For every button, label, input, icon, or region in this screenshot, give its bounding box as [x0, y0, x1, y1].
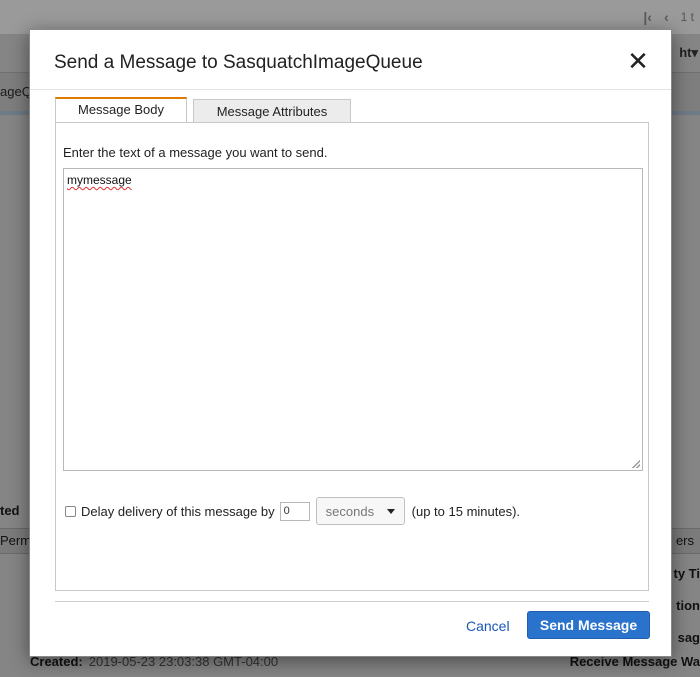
instruction-text: Enter the text of a message you want to …: [63, 145, 328, 160]
delay-unit-select[interactable]: seconds: [315, 497, 405, 525]
delay-checkbox-label: Delay delivery of this message by: [81, 503, 275, 519]
bg-detail-right-1: ty Ti: [673, 566, 700, 581]
message-body-textarea[interactable]: mymessage: [63, 168, 643, 471]
dialog-header: Send a Message to SasquatchImageQueue ✕: [30, 30, 671, 90]
caret-down-icon: [386, 509, 395, 514]
bg-sort-label: ht▾: [679, 45, 698, 60]
delay-checkbox[interactable]: [65, 505, 76, 517]
send-message-button[interactable]: Send Message: [527, 611, 650, 639]
bg-tab-triggers: ers: [675, 533, 694, 548]
tab-message-body[interactable]: Message Body: [55, 97, 187, 124]
bg-tab-permissions: Perm: [0, 533, 32, 548]
message-body-panel: Enter the text of a message you want to …: [55, 122, 649, 591]
bg-pager: |‹ ‹ 1 t: [643, 9, 694, 25]
resize-handle-icon[interactable]: [632, 460, 640, 468]
delay-note: (up to 15 minutes).: [411, 503, 521, 519]
message-body-value: mymessage: [67, 173, 132, 187]
bg-detail-right-2: tion: [676, 598, 700, 613]
bg-detail-right-3: sag: [677, 630, 700, 645]
chevron-down-icon: ▾: [691, 45, 698, 60]
delay-row: Delay delivery of this message by 0 seco…: [65, 497, 521, 525]
dialog-title: Send a Message to SasquatchImageQueue: [54, 52, 423, 73]
close-button[interactable]: ✕: [627, 48, 649, 74]
close-icon: ✕: [627, 46, 649, 76]
prev-page-icon[interactable]: ‹: [664, 9, 669, 25]
tab-message-attributes[interactable]: Message Attributes: [193, 99, 351, 123]
delay-value-input[interactable]: 0: [279, 501, 310, 521]
send-message-dialog: Send a Message to SasquatchImageQueue ✕ …: [29, 29, 672, 657]
footer-divider: [55, 601, 649, 602]
delay-unit-value: seconds: [325, 503, 375, 519]
bg-detail-label: ted: [0, 503, 20, 518]
first-page-icon[interactable]: |‹: [643, 9, 652, 25]
cancel-button[interactable]: Cancel: [466, 618, 510, 634]
bg-queue-name: ageQ: [0, 84, 32, 99]
bg-pager-text: 1 t: [680, 10, 694, 24]
